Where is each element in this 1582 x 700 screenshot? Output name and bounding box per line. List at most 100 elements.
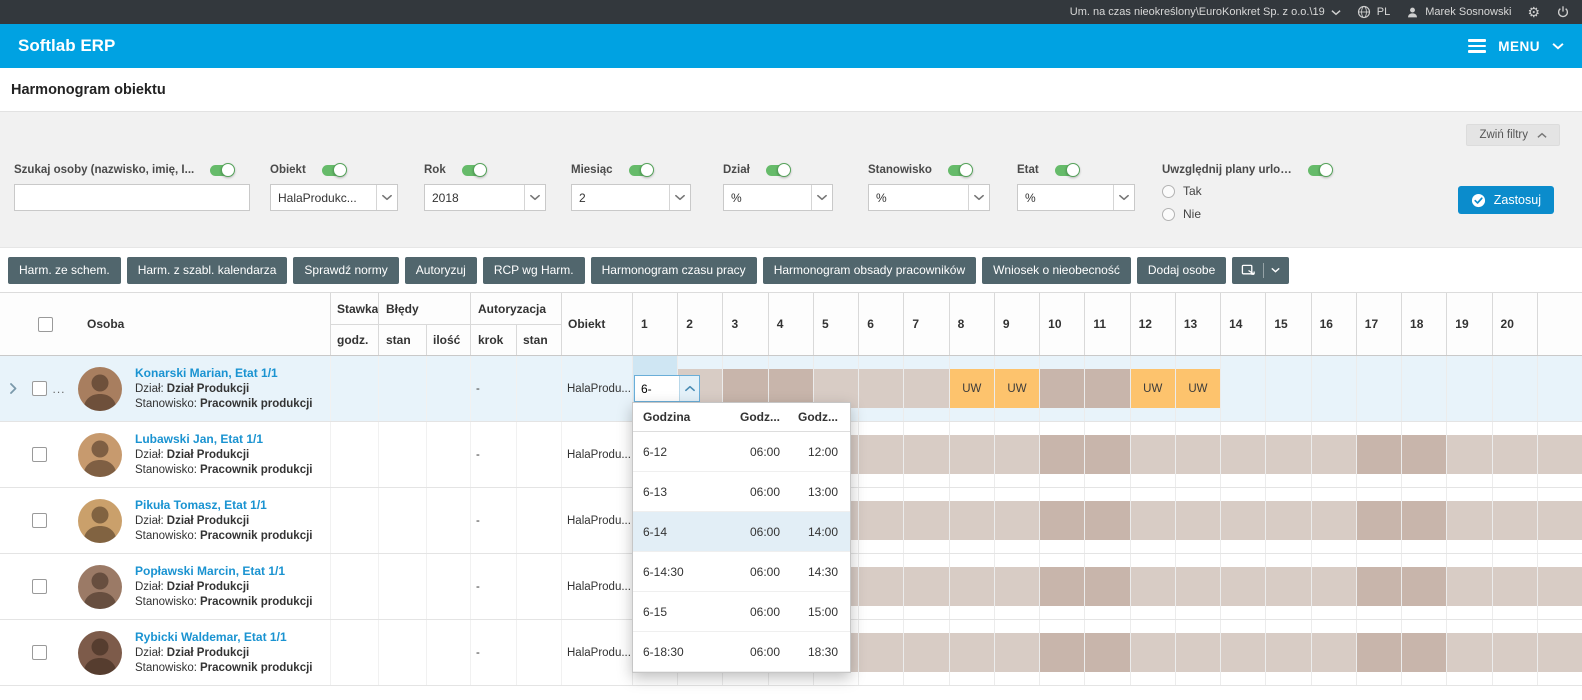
- row-checkbox[interactable]: [31, 447, 47, 462]
- schedule-day-16[interactable]: [1310, 620, 1356, 685]
- person-name-link[interactable]: Rybicki Waldemar, Etat 1/1: [135, 630, 313, 644]
- apply-button[interactable]: Zastosuj: [1457, 186, 1554, 214]
- schedule-day-12[interactable]: [1129, 488, 1175, 553]
- toolbar-button-6[interactable]: Harmonogram obsady pracowników: [762, 256, 977, 284]
- schedule-day-17[interactable]: [1355, 620, 1402, 685]
- schedule-day-14[interactable]: [1220, 488, 1266, 553]
- schedule-day-21[interactable]: [1536, 554, 1582, 619]
- schedule-day-13[interactable]: [1174, 422, 1221, 487]
- schedule-day-15[interactable]: [1265, 554, 1311, 619]
- schedule-day-13[interactable]: UW: [1174, 356, 1221, 421]
- schedule-day-13[interactable]: [1174, 488, 1221, 553]
- time-editor[interactable]: [634, 375, 700, 402]
- schedule-day-9[interactable]: UW: [993, 356, 1040, 421]
- toggle-switch-plany-urlopowe[interactable]: [1308, 162, 1333, 177]
- schedule-day-12[interactable]: [1129, 422, 1175, 487]
- schedule-day-7[interactable]: [903, 422, 949, 487]
- schedule-day-20[interactable]: [1491, 620, 1537, 685]
- row-checkbox[interactable]: [31, 645, 47, 660]
- schedule-day-16[interactable]: [1310, 422, 1356, 487]
- schedule-day-17[interactable]: [1355, 554, 1402, 619]
- schedule-day-8[interactable]: [948, 422, 994, 487]
- schedule-day-16[interactable]: [1310, 488, 1356, 553]
- schedule-day-18[interactable]: [1401, 554, 1447, 619]
- radio-nie[interactable]: Nie: [1162, 207, 1332, 221]
- schedule-day-18[interactable]: [1401, 488, 1447, 553]
- schedule-day-20[interactable]: [1491, 422, 1537, 487]
- schedule-day-11[interactable]: [1084, 356, 1130, 421]
- schedule-day-10[interactable]: [1039, 488, 1085, 553]
- toolbar-button-2[interactable]: Sprawdź normy: [293, 256, 399, 284]
- dropdown-option-6-18:30[interactable]: 6-18:30 06:00 18:30: [633, 632, 850, 672]
- row-checkbox[interactable]: [31, 579, 47, 594]
- stanowisko-select[interactable]: %: [868, 184, 990, 211]
- schedule-day-19[interactable]: [1446, 554, 1492, 619]
- schedule-day-11[interactable]: [1084, 554, 1130, 619]
- toggle-switch-etat[interactable]: [1054, 162, 1080, 177]
- obiekt-select[interactable]: HalaProdukc...: [270, 184, 398, 211]
- schedule-day-17[interactable]: [1355, 422, 1402, 487]
- person-name-link[interactable]: Konarski Marian, Etat 1/1: [135, 366, 313, 380]
- szukaj-osoby-input[interactable]: [14, 184, 250, 211]
- schedule-day-10[interactable]: [1039, 422, 1085, 487]
- schedule-day-20[interactable]: [1491, 356, 1537, 421]
- toolbar-button-4[interactable]: RCP wg Harm.: [482, 256, 585, 284]
- toolbar-button-7[interactable]: Wniosek o nieobecność: [982, 256, 1131, 284]
- schedule-day-6[interactable]: [858, 620, 904, 685]
- dzial-select[interactable]: %: [723, 184, 833, 211]
- schedule-day-11[interactable]: [1084, 488, 1130, 553]
- schedule-day-15[interactable]: [1265, 422, 1311, 487]
- toggle-switch-obiekt[interactable]: [321, 162, 347, 177]
- schedule-day-19[interactable]: [1446, 488, 1492, 553]
- schedule-day-12[interactable]: [1129, 620, 1175, 685]
- main-menu-button[interactable]: MENU: [1468, 39, 1564, 54]
- chevron-up-icon[interactable]: [679, 376, 699, 401]
- schedule-day-16[interactable]: [1310, 554, 1356, 619]
- schedule-day-14[interactable]: [1220, 620, 1266, 685]
- etat-select[interactable]: %: [1017, 184, 1135, 211]
- dropdown-option-6-15[interactable]: 6-15 06:00 15:00: [633, 592, 850, 632]
- schedule-day-18[interactable]: [1401, 620, 1447, 685]
- export-menu-button[interactable]: [1232, 256, 1290, 284]
- schedule-day-21[interactable]: [1536, 422, 1582, 487]
- schedule-day-14[interactable]: [1220, 356, 1265, 421]
- context-selector[interactable]: Um. na czas nieokreślony\EuroKonkret Sp.…: [1070, 6, 1341, 18]
- schedule-day-20[interactable]: [1491, 554, 1537, 619]
- schedule-day-17[interactable]: [1355, 356, 1401, 421]
- toggle-switch-rok[interactable]: [461, 162, 487, 177]
- schedule-day-10[interactable]: [1039, 356, 1085, 421]
- toolbar-button-0[interactable]: Harm. ze schem.: [8, 256, 121, 284]
- schedule-day-9[interactable]: [993, 422, 1040, 487]
- radio-tak[interactable]: Tak: [1162, 184, 1332, 198]
- miesiac-select[interactable]: 2: [571, 184, 691, 211]
- select-all-checkbox[interactable]: [38, 316, 53, 332]
- schedule-day-17[interactable]: [1355, 488, 1402, 553]
- dropdown-option-6-12[interactable]: 6-12 06:00 12:00: [633, 432, 850, 472]
- person-name-link[interactable]: Popławski Marcin, Etat 1/1: [135, 564, 313, 578]
- dropdown-option-6-14[interactable]: 6-14 06:00 14:00: [633, 512, 850, 552]
- schedule-day-13[interactable]: [1174, 554, 1221, 619]
- schedule-day-21[interactable]: [1536, 620, 1582, 685]
- schedule-day-10[interactable]: [1039, 554, 1085, 619]
- schedule-day-6[interactable]: [858, 422, 904, 487]
- schedule-day-7[interactable]: [903, 356, 949, 421]
- schedule-day-16[interactable]: [1310, 356, 1356, 421]
- schedule-day-8[interactable]: UW: [948, 356, 994, 421]
- schedule-day-15[interactable]: [1265, 356, 1310, 421]
- schedule-day-15[interactable]: [1265, 488, 1311, 553]
- schedule-day-20[interactable]: [1491, 488, 1537, 553]
- schedule-day-6[interactable]: [858, 554, 904, 619]
- toggle-switch-stanowisko[interactable]: [947, 162, 973, 177]
- collapse-filters-button[interactable]: Zwiń filtry: [1466, 124, 1560, 146]
- language-selector[interactable]: PL: [1357, 5, 1390, 19]
- toolbar-button-8[interactable]: Dodaj osobe: [1136, 256, 1227, 284]
- schedule-day-8[interactable]: [948, 488, 994, 553]
- schedule-day-7[interactable]: [903, 488, 949, 553]
- person-name-link[interactable]: Lubawski Jan, Etat 1/1: [135, 432, 313, 446]
- schedule-day-8[interactable]: [948, 554, 994, 619]
- row-checkbox[interactable]: [31, 381, 47, 396]
- schedule-day-7[interactable]: [903, 620, 949, 685]
- schedule-day-13[interactable]: [1174, 620, 1221, 685]
- logout-button[interactable]: [1556, 5, 1570, 19]
- settings-button[interactable]: ⚙: [1527, 5, 1540, 19]
